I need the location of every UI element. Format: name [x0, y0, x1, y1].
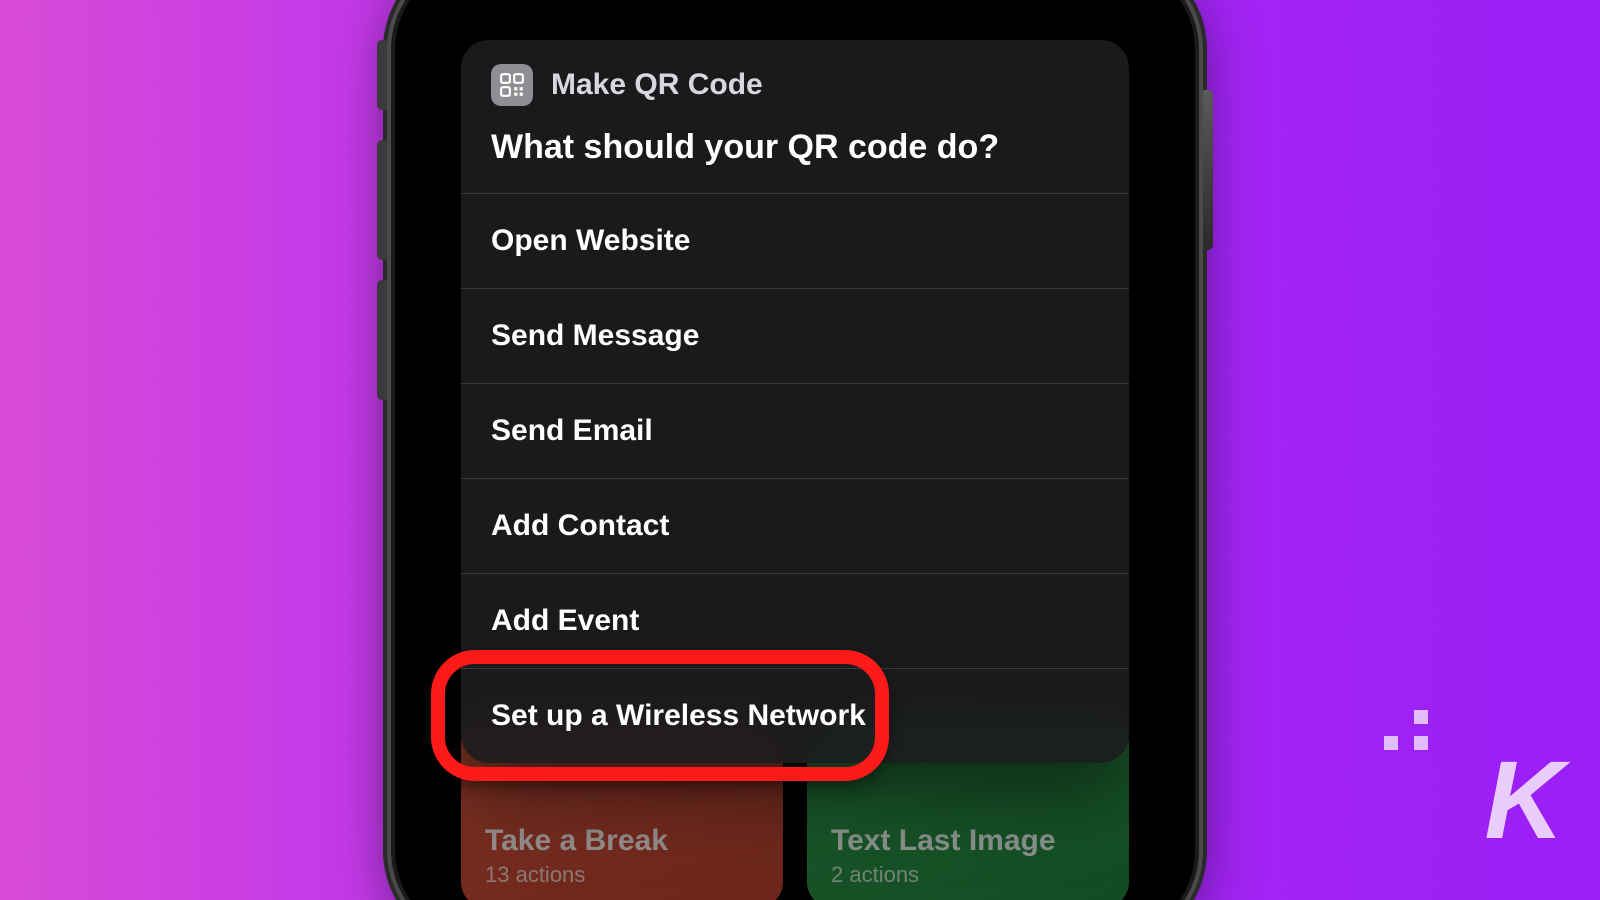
- tile-subtitle: 13 actions: [485, 862, 759, 888]
- tile-title: Take a Break: [485, 824, 759, 858]
- k-logo: K: [1485, 737, 1558, 864]
- tile-title: Text Last Image: [831, 824, 1105, 858]
- option-add-event[interactable]: Add Event: [461, 573, 1129, 668]
- qr-code-icon: [491, 64, 533, 106]
- option-set-up-wireless-network[interactable]: Set up a Wireless Network: [461, 668, 1129, 763]
- sheet-title: Make QR Code: [551, 68, 763, 102]
- option-add-contact[interactable]: Add Contact: [461, 478, 1129, 573]
- option-send-email[interactable]: Send Email: [461, 383, 1129, 478]
- sheet-prompt: What should your QR code do?: [461, 120, 1129, 193]
- logo-dots: [1384, 710, 1432, 750]
- sheet-header: Make QR Code: [461, 40, 1129, 120]
- power-button: [1203, 90, 1213, 250]
- tile-subtitle: 2 actions: [831, 862, 1105, 888]
- phone-screen: Take a Break 13 actions Text Last Image …: [417, 0, 1173, 900]
- action-sheet: Make QR Code What should your QR code do…: [461, 40, 1129, 763]
- option-send-message[interactable]: Send Message: [461, 288, 1129, 383]
- option-open-website[interactable]: Open Website: [461, 193, 1129, 288]
- phone-frame: Take a Break 13 actions Text Last Image …: [395, 0, 1195, 900]
